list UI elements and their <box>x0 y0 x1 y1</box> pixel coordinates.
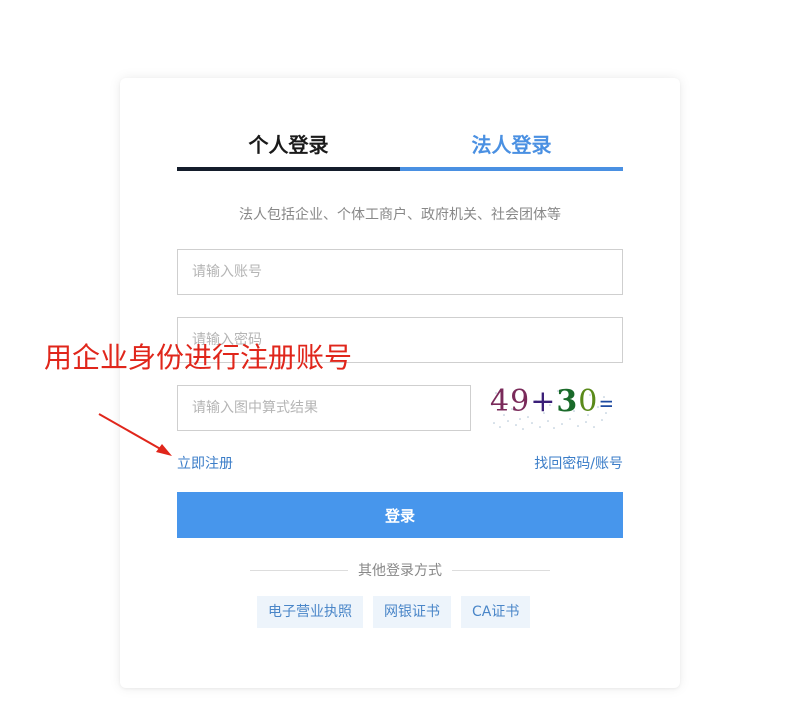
login-tabs: 个人登录 法人登录 <box>177 123 623 171</box>
legal-entity-description: 法人包括企业、个体工商户、政府机关、社会团体等 <box>239 207 561 223</box>
business-license-login-button[interactable]: 电子营业执照 <box>257 596 363 628</box>
other-methods-divider: 其他登录方式 <box>250 560 550 580</box>
captcha-input[interactable] <box>177 385 471 431</box>
bank-certificate-login-button[interactable]: 网银证书 <box>373 596 451 628</box>
register-link[interactable]: 立即注册 <box>177 453 233 473</box>
account-input[interactable] <box>177 249 623 295</box>
forgot-password-link[interactable]: 找回密码/账号 <box>534 453 623 473</box>
divider-line-right <box>452 569 550 571</box>
login-button[interactable]: 登录 <box>177 492 623 538</box>
annotation-text: 用企业身份进行注册账号 <box>44 341 353 374</box>
login-card: 个人登录 法人登录 法人包括企业、个体工商户、政府机关、社会团体等 请输入账号 … <box>120 78 680 688</box>
alt-login-methods: 电子营业执照 网银证书 CA证书 <box>257 596 531 628</box>
other-methods-label: 其他登录方式 <box>358 563 442 579</box>
ca-certificate-login-button[interactable]: CA证书 <box>461 596 531 628</box>
divider-line-left <box>250 569 348 571</box>
tab-legal-login[interactable]: 法人登录 <box>400 123 623 171</box>
captcha-text: 49+30=? <box>490 384 612 419</box>
captcha-image[interactable]: 49+30=? <box>488 383 612 431</box>
login-page: 个人登录 法人登录 法人包括企业、个体工商户、政府机关、社会团体等 请输入账号 … <box>0 0 789 723</box>
tab-personal-login[interactable]: 个人登录 <box>177 123 400 171</box>
